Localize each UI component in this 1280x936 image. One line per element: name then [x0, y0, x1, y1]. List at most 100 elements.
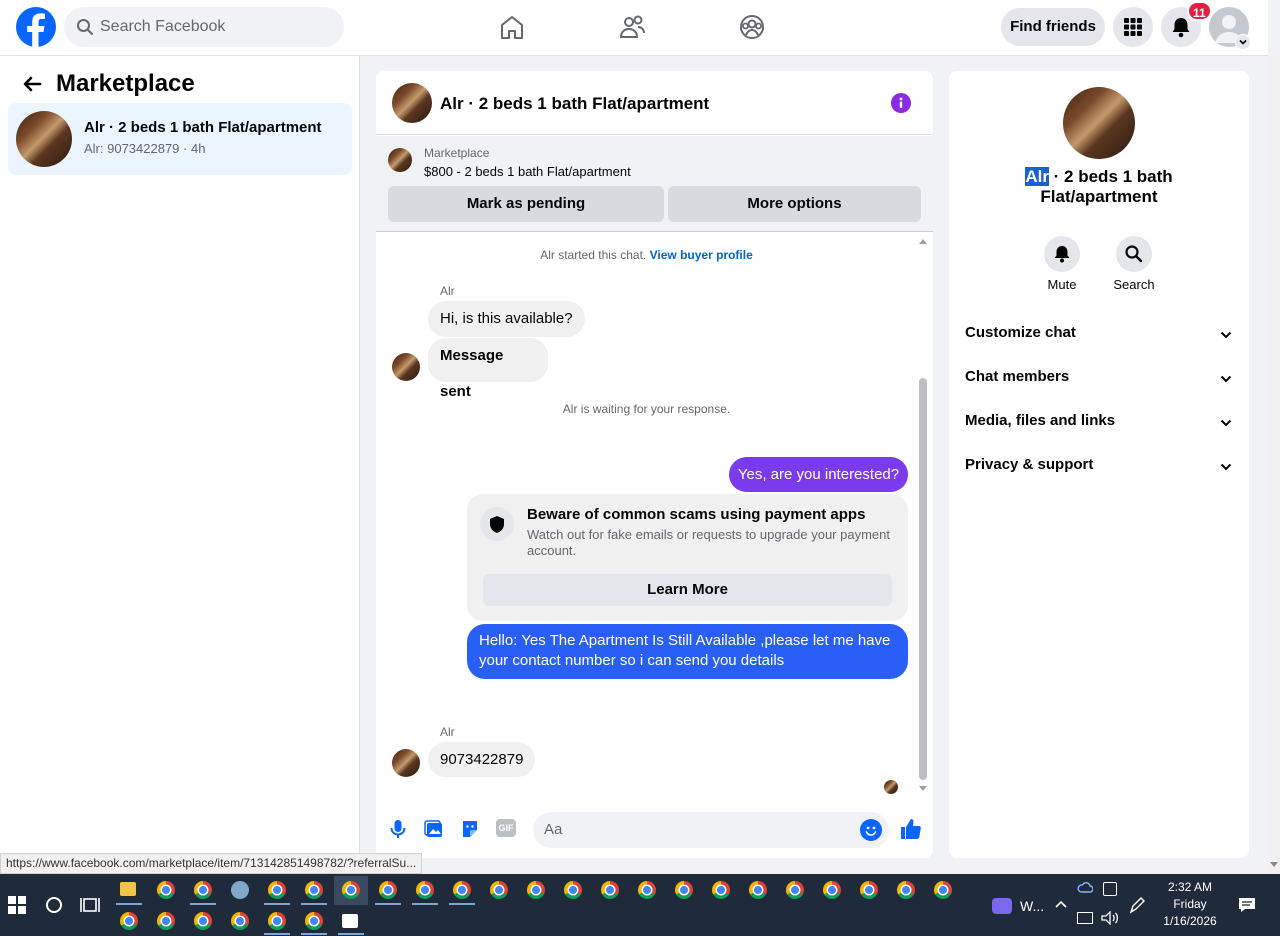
- incoming-message[interactable]: 9073422879: [428, 742, 536, 777]
- account-menu-chevron-icon[interactable]: [1235, 34, 1251, 50]
- section-label: Customize chat: [965, 324, 1076, 341]
- chrome-icon[interactable]: [157, 912, 175, 930]
- page-scrollbar[interactable]: [1268, 56, 1280, 874]
- chrome-icon[interactable]: [453, 881, 471, 899]
- taskbar-app-label[interactable]: W...: [1020, 898, 1044, 914]
- chrome-icon[interactable]: [823, 881, 841, 899]
- file-explorer-icon[interactable]: [120, 882, 136, 896]
- chrome-icon[interactable]: [379, 881, 397, 899]
- taskbar-clock[interactable]: 2:32 AM Friday 1/16/2026: [1150, 879, 1230, 930]
- media-files-links-row[interactable]: Media, files and links: [965, 412, 1233, 436]
- chrome-icon[interactable]: [194, 881, 212, 899]
- sender-avatar[interactable]: [392, 749, 420, 777]
- home-icon[interactable]: [492, 7, 532, 47]
- chrome-icon[interactable]: [749, 881, 767, 899]
- listing-price-title[interactable]: $800 - 2 beds 1 bath Flat/apartment: [424, 164, 631, 179]
- mark-as-pending-button[interactable]: Mark as pending: [388, 186, 664, 222]
- chat-header-title[interactable]: Alr · 2 beds 1 bath Flat/apartment: [440, 94, 709, 114]
- find-friends-button[interactable]: Find friends: [1001, 8, 1105, 46]
- more-options-button[interactable]: More options: [668, 186, 921, 222]
- cortana-search-icon[interactable]: [45, 896, 63, 914]
- app-icon[interactable]: [231, 881, 249, 899]
- menu-grid-button[interactable]: [1113, 7, 1153, 47]
- tray-expand-chevron-icon[interactable]: [1054, 899, 1068, 909]
- mute-button[interactable]: [1044, 236, 1080, 272]
- page-scroll-down-icon[interactable]: [1269, 861, 1279, 869]
- search-in-conversation-button[interactable]: [1116, 236, 1152, 272]
- chrome-icon[interactable]: [601, 881, 619, 899]
- sender-avatar[interactable]: [392, 353, 420, 381]
- gif-icon[interactable]: GIF: [496, 819, 516, 837]
- microphone-icon[interactable]: [388, 818, 408, 840]
- section-label: Media, files and links: [965, 412, 1116, 429]
- incoming-message[interactable]: Hi, is this available?: [428, 301, 585, 337]
- facebook-logo-icon[interactable]: [16, 7, 56, 47]
- taskbar-active-indicator: [449, 903, 475, 905]
- chat-header: Alr · 2 beds 1 bath Flat/apartment: [376, 71, 933, 135]
- details-listing-photo[interactable]: [1063, 87, 1135, 159]
- chrome-icon[interactable]: [305, 912, 323, 930]
- view-buyer-profile-link[interactable]: View buyer profile: [650, 248, 753, 262]
- conversation-title: Alr · 2 beds 1 bath Flat/apartment: [84, 119, 322, 136]
- pen-ink-icon[interactable]: [1128, 897, 1146, 915]
- notification-center-icon[interactable]: [1238, 896, 1256, 914]
- scroll-down-arrow-icon[interactable]: [918, 785, 928, 793]
- scroll-up-arrow-icon[interactable]: [918, 237, 928, 245]
- chrome-icon[interactable]: [564, 881, 582, 899]
- chrome-icon[interactable]: [416, 881, 434, 899]
- chrome-icon[interactable]: [342, 881, 360, 899]
- privacy-support-row[interactable]: Privacy & support: [965, 456, 1233, 480]
- chrome-icon[interactable]: [934, 881, 952, 899]
- chrome-icon[interactable]: [268, 912, 286, 930]
- video-editor-icon[interactable]: [342, 914, 358, 928]
- customize-chat-row[interactable]: Customize chat: [965, 324, 1233, 348]
- scam-warning-body: Watch out for fake emails or requests to…: [527, 527, 890, 558]
- chrome-icon[interactable]: [712, 881, 730, 899]
- zoom-app-icon[interactable]: [992, 898, 1012, 914]
- network-icon[interactable]: [1077, 912, 1093, 924]
- outgoing-message[interactable]: Yes, are you interested?: [729, 457, 908, 492]
- groups-icon[interactable]: [732, 7, 772, 47]
- bell-icon: [1054, 246, 1070, 263]
- info-icon[interactable]: [891, 93, 911, 113]
- chrome-icon[interactable]: [120, 912, 138, 930]
- emoji-icon[interactable]: [860, 819, 882, 841]
- search-input[interactable]: Search Facebook: [64, 7, 344, 47]
- thumbs-up-icon[interactable]: [899, 817, 923, 841]
- onedrive-icon[interactable]: [1077, 882, 1093, 894]
- outgoing-message[interactable]: Hello: Yes The Apartment Is Still Availa…: [467, 624, 908, 679]
- chrome-icon[interactable]: [527, 881, 545, 899]
- chrome-icon[interactable]: [157, 881, 175, 899]
- chat-members-row[interactable]: Chat members: [965, 368, 1233, 392]
- chrome-icon[interactable]: [194, 912, 212, 930]
- incoming-message[interactable]: Message sent: [428, 338, 548, 400]
- listing-source-label: Marketplace: [424, 146, 490, 160]
- chrome-icon[interactable]: [897, 881, 915, 899]
- windows-start-icon[interactable]: [8, 896, 26, 914]
- chrome-icon[interactable]: [268, 881, 286, 899]
- listing-small-thumbnail: [388, 148, 412, 172]
- chrome-icon[interactable]: [638, 881, 656, 899]
- volume-icon[interactable]: [1101, 911, 1119, 925]
- task-view-icon[interactable]: [80, 896, 100, 914]
- mute-label: Mute: [1047, 277, 1077, 292]
- taskbar-active-indicator: [338, 933, 364, 935]
- chat-scrollbar[interactable]: [919, 378, 927, 780]
- section-label: Privacy & support: [965, 456, 1094, 473]
- message-input[interactable]: Aa: [533, 812, 889, 848]
- chrome-icon[interactable]: [860, 881, 878, 899]
- chat-header-thumbnail[interactable]: [392, 83, 432, 123]
- sticker-icon[interactable]: [460, 819, 480, 839]
- friends-icon[interactable]: [612, 7, 652, 47]
- photo-attach-icon[interactable]: [424, 819, 444, 839]
- chrome-icon[interactable]: [786, 881, 804, 899]
- chrome-icon[interactable]: [231, 912, 249, 930]
- chrome-icon[interactable]: [490, 881, 508, 899]
- learn-more-button[interactable]: Learn More: [483, 574, 892, 606]
- meet-now-icon[interactable]: [1103, 882, 1117, 896]
- back-arrow-icon[interactable]: [20, 72, 44, 96]
- chrome-icon[interactable]: [305, 881, 323, 899]
- chrome-icon[interactable]: [675, 881, 693, 899]
- waiting-notice: Alr is waiting for your response.: [562, 402, 731, 416]
- conversation-list-item[interactable]: Alr · 2 beds 1 bath Flat/apartment Alr: …: [8, 103, 352, 175]
